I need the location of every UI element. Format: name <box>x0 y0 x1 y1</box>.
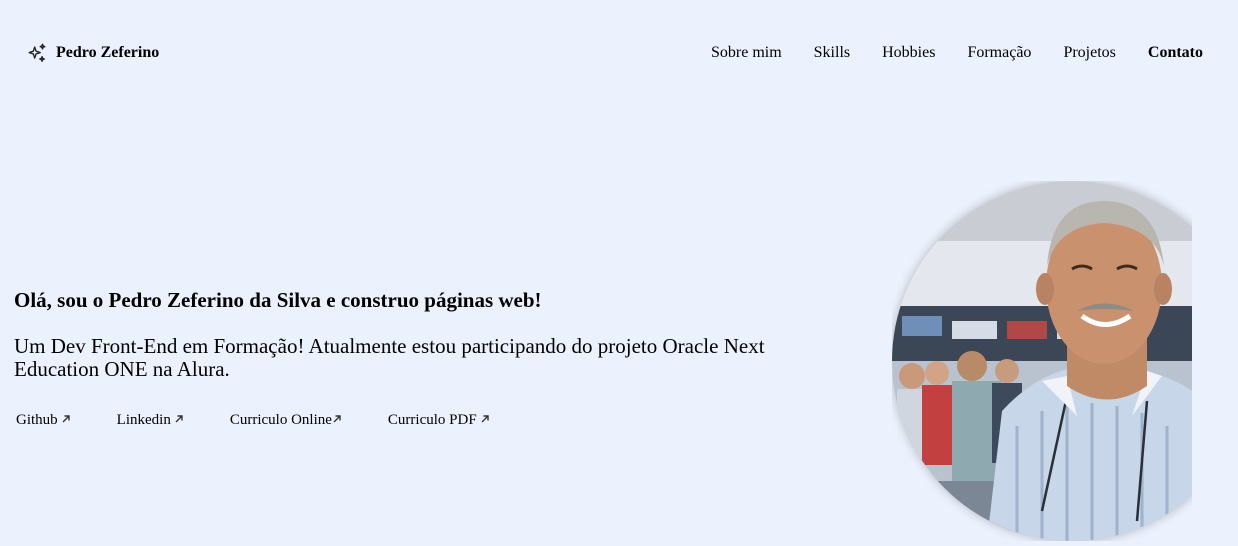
hero-subtitle: Um Dev Front-End em Formação! Atualmente… <box>14 334 765 381</box>
github-link[interactable]: Github <box>16 412 71 429</box>
curriculo-pdf-link[interactable]: Curriculo PDF <box>388 412 490 429</box>
nav-item-hobbies[interactable]: Hobbies <box>882 44 935 62</box>
brand-name: Pedro Zeferino <box>56 44 160 61</box>
profile-photo <box>892 181 1192 541</box>
github-link-label: Github <box>16 412 58 428</box>
hero-title: Olá, sou o Pedro Zeferino da Silva e con… <box>14 288 542 312</box>
nav-item-contato[interactable]: Contato <box>1148 44 1203 62</box>
linkedin-link-label: Linkedin <box>116 412 171 428</box>
profile-links: Github Linkedin Curriculo Online Curricu… <box>16 412 490 429</box>
nav-item-sobre-mim[interactable]: Sobre mim <box>711 44 782 62</box>
sparkles-icon <box>26 42 48 64</box>
page: Pedro Zeferino Sobre mim Skills Hobbies … <box>0 0 1238 546</box>
arrow-up-right-icon <box>174 412 184 429</box>
nav-item-formacao[interactable]: Formação <box>967 44 1031 62</box>
curriculo-online-link[interactable]: Curriculo Online <box>230 412 342 429</box>
brand-link[interactable]: Pedro Zeferino <box>26 42 159 64</box>
linkedin-link[interactable]: Linkedin <box>117 412 184 429</box>
curriculo-pdf-link-label: Curriculo PDF <box>387 412 477 428</box>
curriculo-online-link-label: Curriculo Online <box>229 412 332 428</box>
nav-item-projetos[interactable]: Projetos <box>1063 44 1115 62</box>
arrow-up-right-icon <box>332 412 342 429</box>
profile-photo-frame <box>892 181 1192 541</box>
main-nav: Sobre mim Skills Hobbies Formação Projet… <box>679 44 1203 62</box>
nav-item-skills[interactable]: Skills <box>814 44 850 62</box>
arrow-up-right-icon <box>61 412 71 429</box>
arrow-up-right-icon <box>480 412 490 429</box>
